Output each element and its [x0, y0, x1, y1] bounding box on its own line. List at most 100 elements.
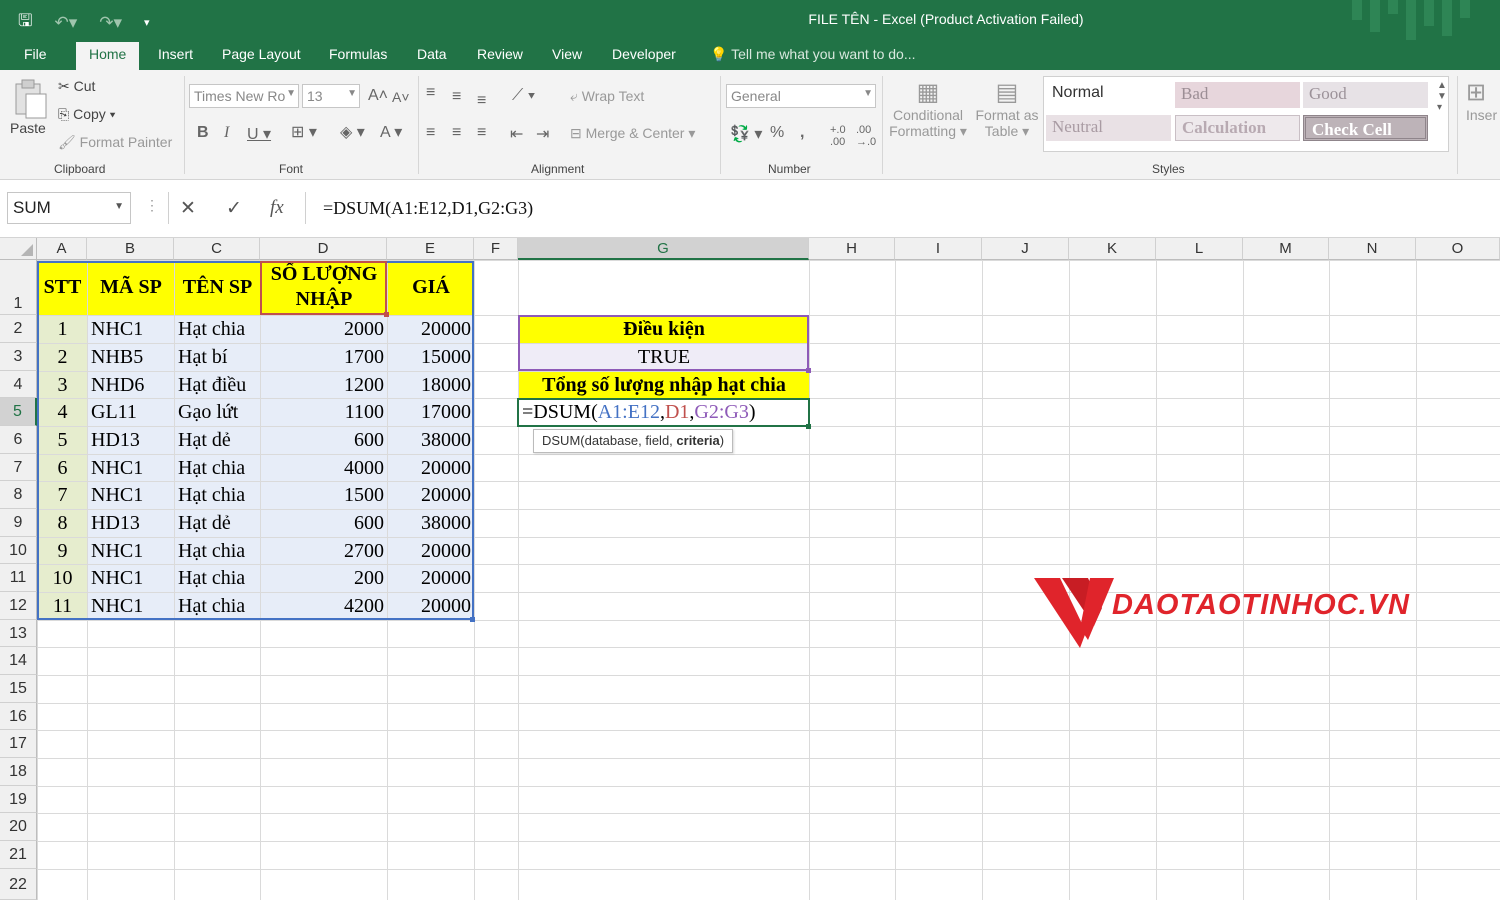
function-tooltip[interactable]: DSUM(database, field, criteria) — [533, 429, 734, 453]
align-right-icon[interactable]: ≡ — [477, 124, 486, 142]
decrease-decimal-icon[interactable]: .00 →.0 — [856, 124, 876, 148]
table-cell[interactable]: NHD6 — [88, 372, 174, 398]
column-header-j[interactable]: J — [982, 238, 1069, 260]
enter-icon[interactable]: ✓ — [226, 197, 242, 220]
decrease-indent-icon[interactable]: ⇤ — [510, 124, 523, 144]
table-header-cell[interactable]: STT — [38, 261, 87, 315]
table-cell[interactable]: 20000 — [388, 316, 474, 343]
row-header-12[interactable]: 12 — [0, 592, 37, 620]
row-header-17[interactable]: 17 — [0, 730, 37, 758]
row-header-18[interactable]: 18 — [0, 758, 37, 786]
align-center-icon[interactable]: ≡ — [452, 124, 461, 142]
table-cell[interactable]: 38000 — [388, 510, 474, 537]
column-header-g[interactable]: G — [518, 238, 809, 260]
underline-icon[interactable]: U ▾ — [247, 124, 271, 144]
tell-me-box[interactable]: 💡 Tell me what you want to do... — [710, 46, 916, 63]
table-cell[interactable]: NHC1 — [88, 593, 174, 620]
format-as-table-button[interactable]: ▤ Format as Table ▾ — [972, 78, 1042, 140]
tab-home[interactable]: Home — [76, 42, 140, 70]
column-header-b[interactable]: B — [87, 238, 174, 260]
table-cell[interactable]: Hạt chia — [175, 538, 260, 564]
row-header-13[interactable]: 13 — [0, 620, 37, 647]
table-cell[interactable]: 20000 — [388, 565, 474, 592]
tab-developer[interactable]: Developer — [612, 46, 676, 62]
row-header-9[interactable]: 9 — [0, 509, 37, 537]
row-header-1[interactable]: 1 — [0, 260, 37, 315]
font-size-combo[interactable]: 13 ▼ — [302, 84, 360, 108]
table-cell[interactable]: 20000 — [388, 455, 474, 481]
conditional-formatting-button[interactable]: ▦ Conditional Formatting ▾ — [888, 78, 968, 140]
table-cell[interactable]: 1 — [38, 316, 87, 343]
table-cell[interactable]: Hạt chia — [175, 455, 260, 481]
tab-insert[interactable]: Insert — [158, 46, 193, 62]
paste-button[interactable] — [10, 78, 50, 124]
table-cell[interactable]: Hạt bí — [175, 344, 260, 371]
tab-view[interactable]: View — [552, 46, 582, 62]
table-cell[interactable]: Hạt chia — [175, 565, 260, 592]
row-header-3[interactable]: 3 — [0, 343, 37, 371]
comma-style-icon[interactable]: , — [800, 124, 804, 142]
increase-decimal-icon[interactable]: +.0.00 — [830, 124, 846, 148]
table-cell[interactable]: Hạt dẻ — [175, 427, 260, 454]
select-all-button[interactable] — [0, 238, 37, 260]
table-cell[interactable]: 9 — [38, 538, 87, 564]
row-header-19[interactable]: 19 — [0, 786, 37, 813]
orientation-icon[interactable]: ⟋ ▾ — [512, 87, 535, 105]
table-cell[interactable]: NHC1 — [88, 538, 174, 564]
table-cell[interactable]: HD13 — [88, 510, 174, 537]
row-header-6[interactable]: 6 — [0, 426, 37, 454]
row-header-14[interactable]: 14 — [0, 647, 37, 675]
table-cell[interactable]: Gạo lứt — [175, 399, 260, 426]
column-header-f[interactable]: F — [474, 238, 518, 260]
column-header-o[interactable]: O — [1416, 238, 1500, 260]
table-cell[interactable]: 200 — [261, 565, 387, 592]
tab-file[interactable]: File — [24, 46, 47, 62]
row-header-21[interactable]: 21 — [0, 841, 37, 869]
table-cell[interactable]: 4000 — [261, 455, 387, 481]
fill-handle[interactable] — [806, 424, 811, 429]
decrease-font-icon[interactable]: A˅ — [392, 89, 410, 105]
table-cell[interactable]: HD13 — [88, 427, 174, 454]
tab-formulas[interactable]: Formulas — [329, 46, 387, 62]
table-cell[interactable]: 15000 — [388, 344, 474, 371]
table-cell[interactable]: 3 — [38, 372, 87, 398]
increase-indent-icon[interactable]: ⇥ — [536, 124, 549, 144]
style-calculation[interactable]: Calculation — [1175, 115, 1300, 141]
format-painter-button[interactable]: 🖌 Format Painter — [58, 134, 172, 151]
wrap-text-button[interactable]: ⤶ Wrap Text — [570, 88, 644, 105]
column-header-c[interactable]: C — [174, 238, 260, 260]
align-middle-icon[interactable]: ≡ — [452, 88, 461, 106]
row-header-8[interactable]: 8 — [0, 481, 37, 509]
row-header-22[interactable]: 22 — [0, 869, 37, 900]
column-header-d[interactable]: D — [260, 238, 387, 260]
table-cell[interactable]: Hạt điều — [175, 372, 260, 398]
row-header-5[interactable]: 5 — [0, 398, 37, 426]
criteria-value-cell[interactable]: TRUE — [519, 344, 809, 371]
column-header-h[interactable]: H — [809, 238, 895, 260]
table-cell[interactable]: 1200 — [261, 372, 387, 398]
column-header-e[interactable]: E — [387, 238, 474, 260]
insert-function-icon[interactable]: fx — [270, 197, 284, 219]
bold-icon[interactable]: B — [197, 124, 209, 142]
table-cell[interactable]: 600 — [261, 510, 387, 537]
range-handle[interactable] — [806, 368, 811, 373]
row-header-16[interactable]: 16 — [0, 703, 37, 730]
table-cell[interactable]: 20000 — [388, 482, 474, 509]
range-handle[interactable] — [384, 312, 389, 317]
table-cell[interactable]: 2700 — [261, 538, 387, 564]
italic-icon[interactable]: I — [224, 124, 229, 142]
table-cell[interactable]: 4 — [38, 399, 87, 426]
tab-data[interactable]: Data — [417, 46, 447, 62]
formula-input[interactable]: =DSUM(A1:E12,D1,G2:G3) — [323, 198, 533, 219]
percent-icon[interactable]: % — [770, 124, 784, 142]
table-cell[interactable]: 38000 — [388, 427, 474, 454]
column-header-k[interactable]: K — [1069, 238, 1156, 260]
range-handle[interactable] — [470, 617, 475, 622]
worksheet-grid[interactable]: ABCDEFGHIJKLMNO 1 2 3 4 5 6 7 8 9 10 11 12 13 14 15 16 1… — [0, 238, 1500, 900]
table-header-cell[interactable]: GIÁ — [388, 261, 474, 315]
table-cell[interactable]: 1100 — [261, 399, 387, 426]
row-header-10[interactable]: 10 — [0, 537, 37, 564]
font-name-combo[interactable]: Times New Ro ▼ — [189, 84, 299, 108]
row-header-15[interactable]: 15 — [0, 675, 37, 703]
accounting-format-icon[interactable]: 💱 ▾ — [730, 124, 762, 144]
